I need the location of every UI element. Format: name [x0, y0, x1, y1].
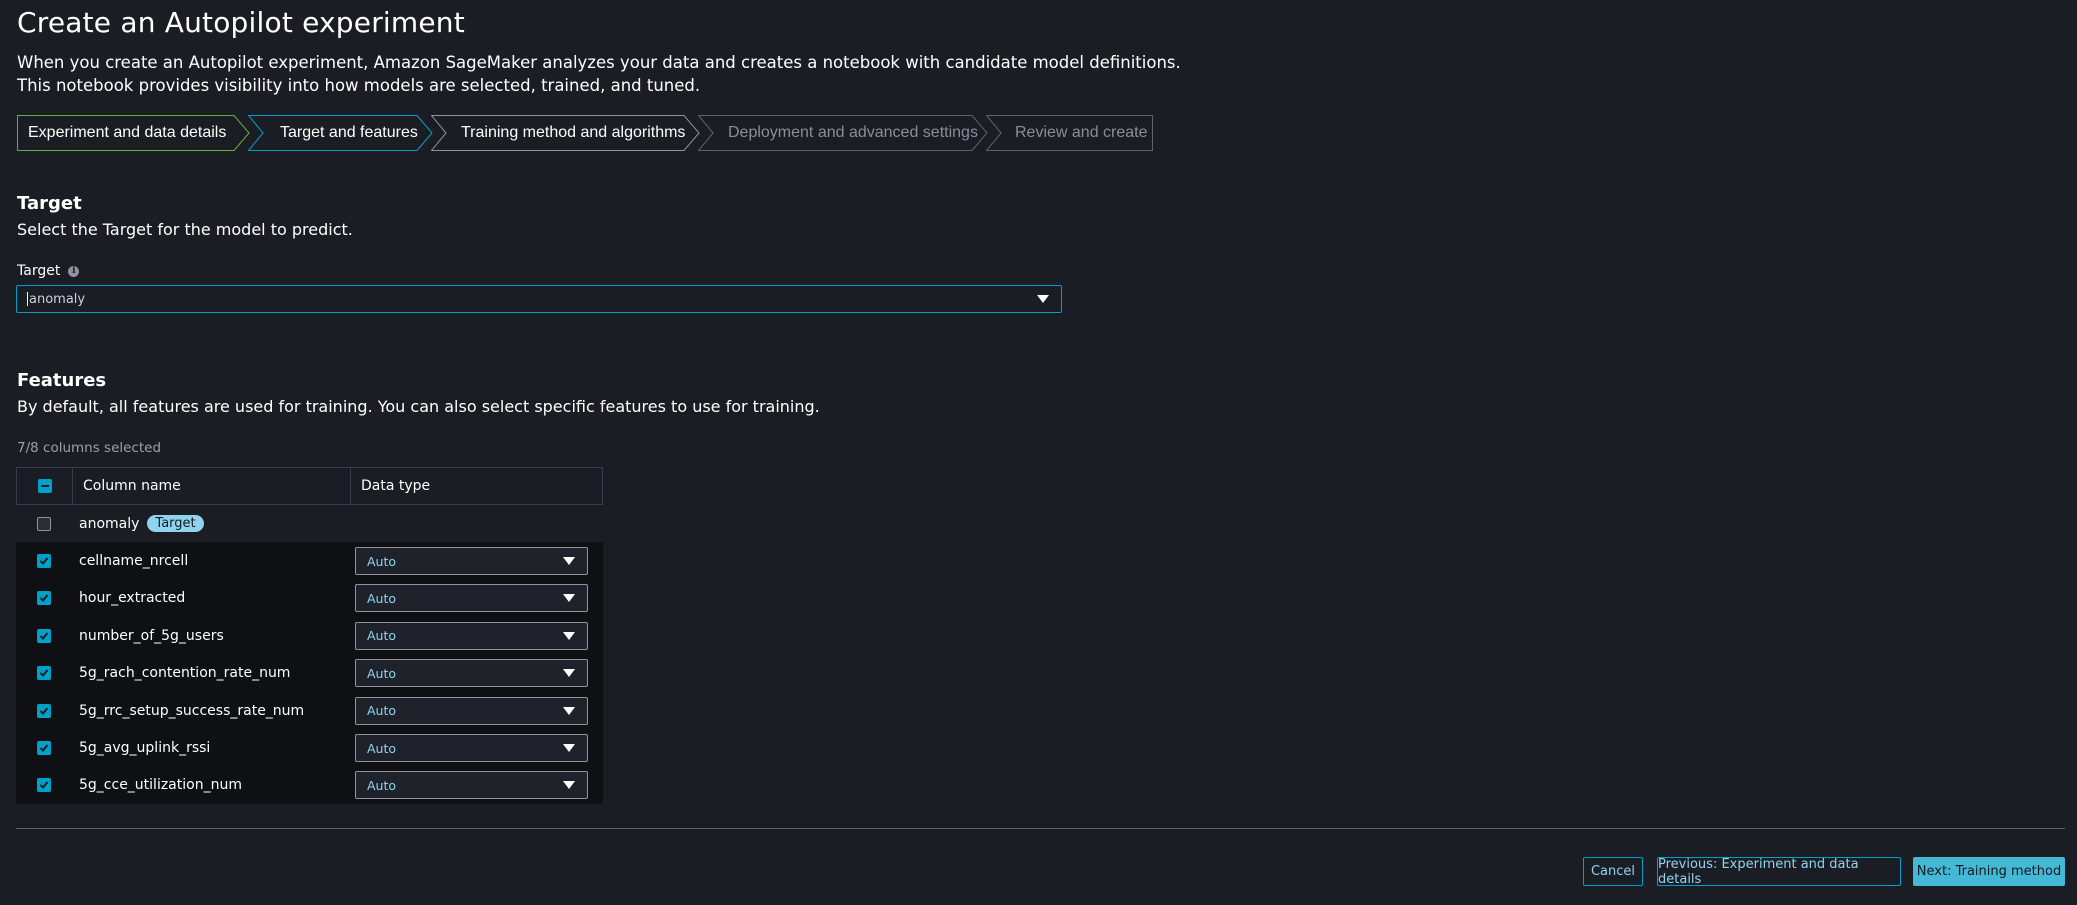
page-description: When you create an Autopilot experiment,…	[17, 51, 1181, 97]
row-checkbox[interactable]	[36, 628, 51, 643]
wizard-steps: Experiment and data details Target and f…	[17, 115, 1153, 151]
column-header-type: Data type	[361, 478, 431, 494]
step-label: Deployment and advanced settings	[728, 124, 978, 141]
column-name: anomaly	[79, 515, 140, 532]
check-icon	[39, 781, 48, 790]
row-checkbox[interactable]	[36, 778, 51, 793]
step-deployment-and-advanced-settings: Deployment and advanced settings	[698, 115, 988, 151]
target-badge: Target	[147, 515, 204, 533]
column-header-name: Column name	[73, 468, 351, 504]
columns-selected-count: 7/8 columns selected	[17, 440, 162, 456]
column-name: cellname_nrcell	[79, 553, 189, 570]
features-table: Column name Data type anomaly Target cel…	[16, 467, 603, 805]
table-row: number_of_5g_users Auto	[16, 617, 603, 655]
chevron-down-icon	[563, 557, 575, 566]
check-icon	[39, 594, 48, 603]
data-type-value: Auto	[367, 553, 397, 569]
table-row: hour_extracted Auto	[16, 579, 603, 618]
step-target-and-features[interactable]: Target and features	[248, 115, 433, 151]
column-name: number_of_5g_users	[79, 627, 224, 644]
description-line-1: When you create an Autopilot experiment,…	[17, 53, 1181, 72]
column-name: 5g_rrc_setup_success_rate_num	[79, 702, 305, 719]
features-description: By default, all features are used for tr…	[17, 397, 820, 416]
target-select[interactable]: anomaly	[16, 285, 1062, 313]
footer-divider	[16, 828, 2065, 829]
check-icon	[39, 632, 48, 640]
text-cursor	[27, 292, 28, 306]
check-icon	[39, 669, 48, 678]
check-icon	[39, 744, 48, 753]
data-type-select[interactable]: Auto	[355, 584, 588, 613]
target-field-label: Target i	[17, 263, 80, 279]
page-title: Create an Autopilot experiment	[17, 6, 465, 39]
data-type-select[interactable]: Auto	[355, 659, 588, 688]
target-heading: Target	[17, 193, 82, 214]
chevron-down-icon	[563, 594, 575, 603]
check-icon	[39, 557, 48, 566]
step-label: Target and features	[280, 124, 418, 141]
data-type-value: Auto	[367, 665, 397, 681]
cancel-button[interactable]: Cancel	[1583, 857, 1643, 886]
step-label: Experiment and data details	[28, 124, 227, 141]
table-row: anomaly Target	[16, 505, 603, 542]
step-experiment-and-data-details[interactable]: Experiment and data details	[17, 115, 250, 151]
step-review-and-create: Review and create	[986, 115, 1153, 151]
chevron-down-icon	[563, 744, 575, 753]
data-type-select[interactable]: Auto	[355, 621, 588, 650]
column-name: hour_extracted	[79, 590, 186, 607]
chevron-down-icon	[563, 631, 575, 640]
row-checkbox[interactable]	[36, 516, 51, 531]
data-type-select[interactable]: Auto	[355, 771, 588, 800]
table-row: 5g_avg_uplink_rssi Auto	[16, 729, 603, 767]
chevron-down-icon	[563, 706, 575, 715]
select-all-checkbox[interactable]	[37, 479, 52, 493]
next-button[interactable]: Next: Training method	[1913, 857, 2065, 886]
data-type-value: Auto	[367, 740, 397, 756]
previous-button[interactable]: Previous: Experiment and data details	[1657, 857, 1901, 887]
select-all-cell	[17, 468, 73, 504]
table-row: cellname_nrcell Auto	[16, 542, 603, 580]
step-label: Training method and algorithms	[461, 124, 686, 141]
row-checkbox[interactable]	[36, 741, 51, 756]
target-description: Select the Target for the model to predi…	[17, 220, 353, 239]
chevron-down-icon	[563, 781, 575, 790]
features-heading: Features	[17, 370, 107, 391]
column-name: 5g_cce_utilization_num	[79, 777, 242, 794]
check-icon	[39, 707, 48, 715]
chevron-down-icon	[1037, 295, 1049, 303]
row-checkbox[interactable]	[36, 666, 51, 681]
table-header: Column name Data type	[16, 467, 603, 505]
row-checkbox[interactable]	[36, 591, 51, 606]
row-checkbox[interactable]	[36, 703, 51, 718]
data-type-value: Auto	[367, 703, 397, 719]
info-icon[interactable]: i	[68, 265, 80, 277]
data-type-value: Auto	[367, 777, 397, 793]
step-label: Review and create	[1015, 124, 1148, 141]
table-row: 5g_cce_utilization_num Auto	[16, 766, 603, 805]
data-type-value: Auto	[367, 590, 397, 606]
data-type-select[interactable]: Auto	[355, 696, 588, 725]
chevron-down-icon	[563, 669, 575, 678]
description-line-2: This notebook provides visibility into h…	[17, 76, 701, 95]
target-select-value: anomaly	[29, 291, 86, 307]
column-name: 5g_avg_uplink_rssi	[79, 740, 211, 757]
target-label-text: Target	[17, 263, 61, 279]
column-name: 5g_rach_contention_rate_num	[79, 665, 291, 682]
data-type-value: Auto	[367, 628, 397, 644]
data-type-select[interactable]: Auto	[355, 734, 588, 763]
row-checkbox[interactable]	[36, 554, 51, 569]
step-training-method-and-algorithms[interactable]: Training method and algorithms	[431, 115, 700, 151]
data-type-select[interactable]: Auto	[355, 547, 588, 576]
table-row: 5g_rach_contention_rate_num Auto	[16, 654, 603, 692]
table-row: 5g_rrc_setup_success_rate_num Auto	[16, 691, 603, 730]
